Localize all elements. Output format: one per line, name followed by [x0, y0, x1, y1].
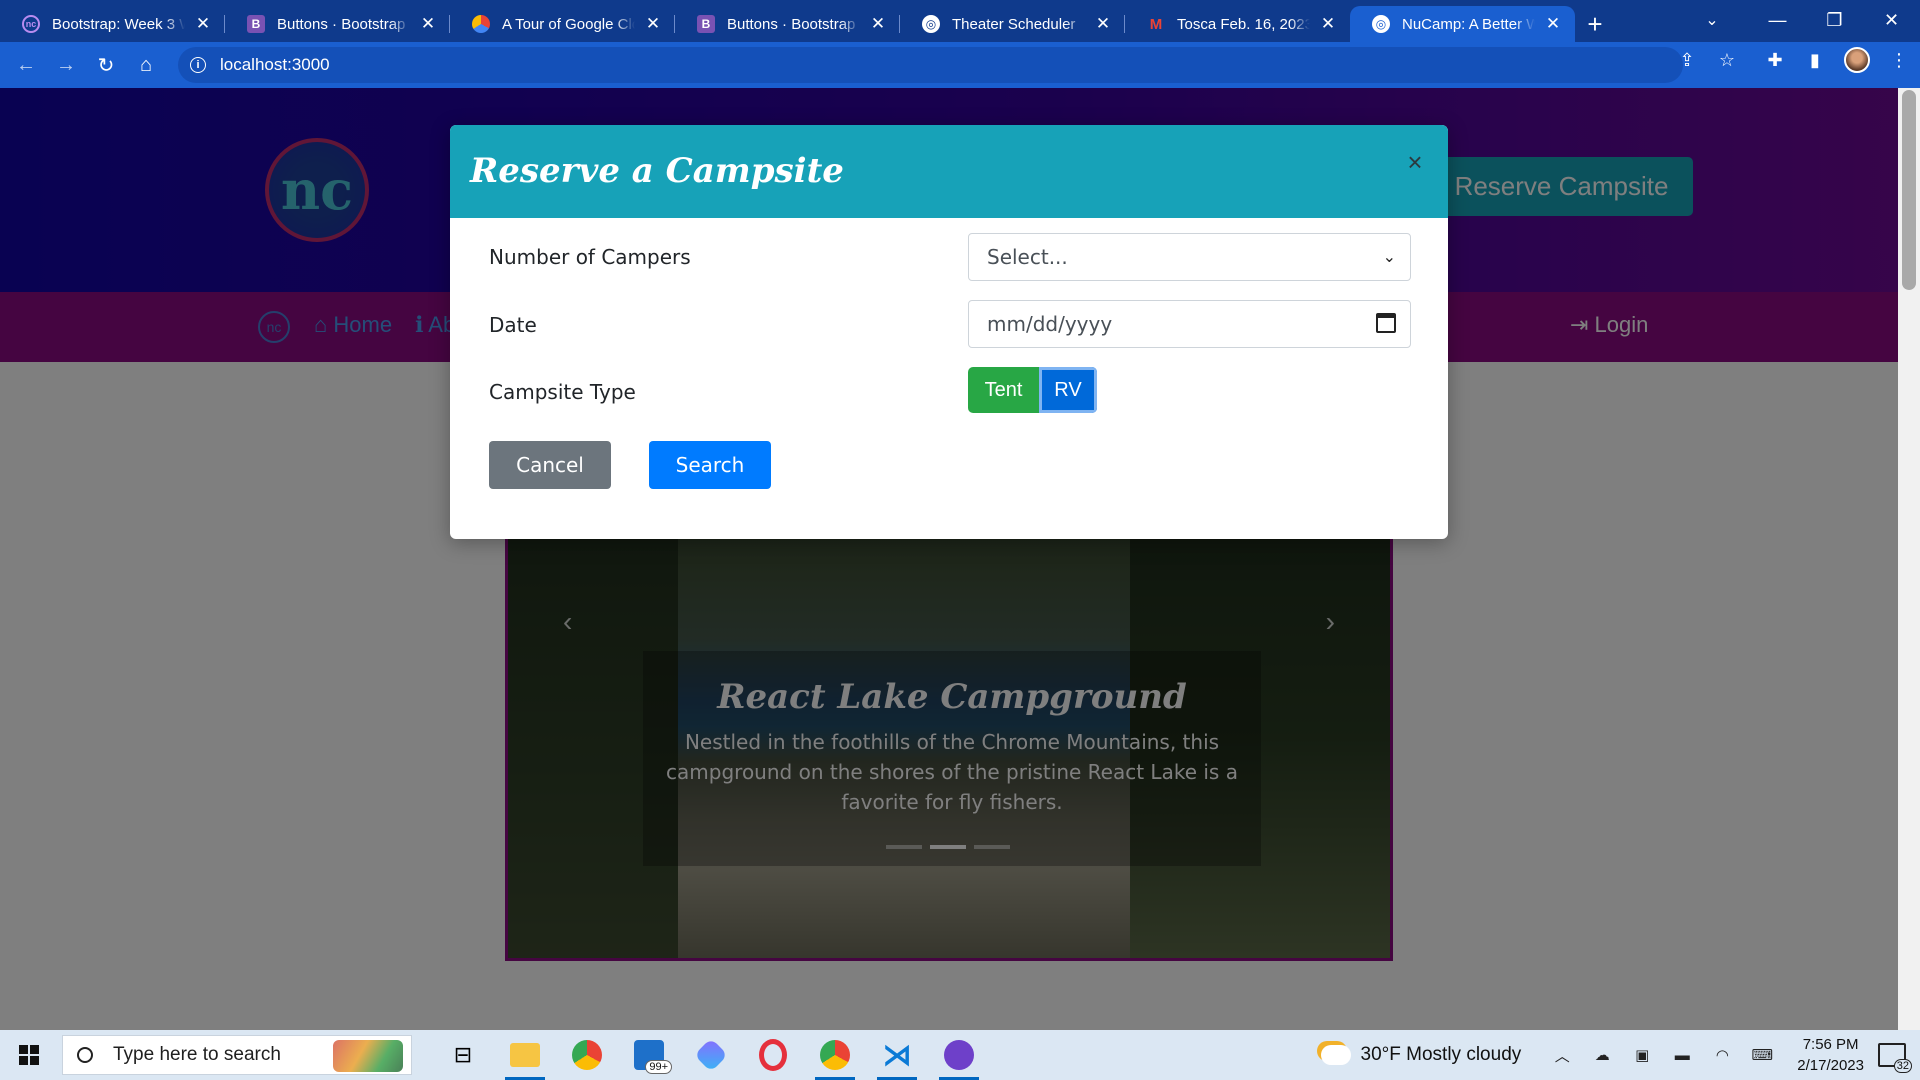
back-button[interactable]: ←	[6, 45, 46, 85]
browser-tab[interactable]: nc Bootstrap: Week 3 Wo ✕	[0, 6, 225, 42]
tab-title: Theater Scheduler	[952, 15, 1076, 33]
task-view-icon[interactable]: ⊟	[432, 1030, 494, 1080]
tab-search-chevron-icon[interactable]: ⌄	[1692, 4, 1732, 36]
bootstrap-icon: B	[697, 15, 715, 33]
windows-logo-icon	[19, 1045, 39, 1065]
browser-tab[interactable]: ◎ Theater Scheduler ✕	[900, 6, 1125, 42]
close-icon[interactable]: ✕	[418, 14, 438, 34]
tab-title: A Tour of Google Clou	[502, 15, 635, 33]
globe-icon: ◎	[1372, 15, 1390, 33]
calendar-icon[interactable]	[1376, 313, 1396, 333]
modal-header: Reserve a Campsite ×	[450, 125, 1448, 218]
campers-label: Number of Campers	[489, 245, 691, 269]
share-icon[interactable]: ⇪	[1676, 49, 1698, 71]
campsite-type-toggle: Tent RV	[968, 367, 1097, 413]
date-label: Date	[489, 313, 537, 337]
mail-icon[interactable]: 99+	[618, 1030, 680, 1080]
reserve-campsite-modal: Reserve a Campsite × Number of Campers S…	[450, 125, 1448, 539]
side-panel-icon[interactable]: ▮	[1804, 49, 1826, 71]
close-icon[interactable]: ✕	[643, 14, 663, 34]
start-button[interactable]	[0, 1030, 58, 1080]
file-explorer-icon[interactable]	[494, 1030, 556, 1080]
search-icon	[77, 1047, 93, 1063]
date-input[interactable]: mm/dd/yyyy	[968, 300, 1411, 348]
copilot-icon[interactable]	[680, 1030, 742, 1080]
home-button[interactable]: ⌂	[126, 45, 166, 85]
search-button[interactable]: Search	[649, 441, 771, 489]
campers-select[interactable]: Select... ⌄	[968, 233, 1411, 281]
rv-toggle-button[interactable]: RV	[1039, 367, 1097, 413]
bootstrap-icon: B	[247, 15, 265, 33]
url-bar[interactable]: i localhost:3000	[178, 47, 1683, 83]
cloudy-weather-icon	[1320, 1045, 1351, 1065]
browser-tab[interactable]: B Buttons · Bootstrap v4 ✕	[675, 6, 900, 42]
gmail-icon: M	[1149, 15, 1163, 33]
close-icon[interactable]: ✕	[868, 14, 888, 34]
profile-avatar[interactable]	[1844, 47, 1870, 73]
tab-title: Buttons · Bootstrap	[277, 15, 406, 33]
chrome-icon[interactable]	[556, 1030, 618, 1080]
clock[interactable]: 7:56 PM 2/17/2023	[1797, 1034, 1864, 1076]
notifications-icon[interactable]: 32	[1878, 1043, 1912, 1073]
campsite-type-label: Campsite Type	[489, 380, 636, 404]
browser-tab[interactable]: B Buttons · Bootstrap ✕	[225, 6, 450, 42]
tab-title: NuCamp: A Better Wa	[1402, 15, 1535, 33]
close-icon[interactable]: ✕	[1543, 14, 1563, 34]
reload-button[interactable]: ↻	[86, 45, 126, 85]
weather-widget[interactable]: 30°F Mostly cloudy	[1320, 1044, 1521, 1066]
chrome-profile-icon[interactable]	[804, 1030, 866, 1080]
tent-toggle-button[interactable]: Tent	[968, 367, 1039, 413]
tab-title: Buttons · Bootstrap v4	[727, 15, 860, 33]
forward-button[interactable]: →	[46, 45, 86, 85]
close-icon[interactable]: ×	[1400, 147, 1430, 177]
browser-tab[interactable]: M Tosca Feb. 16, 2023 D ✕	[1125, 6, 1350, 42]
vscode-icon[interactable]: ⋊	[866, 1030, 928, 1080]
onedrive-cloud-icon[interactable]: ☁	[1591, 1044, 1613, 1066]
github-desktop-icon[interactable]	[928, 1030, 990, 1080]
close-icon[interactable]: ✕	[193, 14, 213, 34]
globe-icon: ◎	[922, 15, 940, 33]
chevron-up-icon[interactable]: ︿	[1551, 1044, 1573, 1066]
close-window-button[interactable]: ✕	[1863, 0, 1920, 40]
opera-icon[interactable]	[742, 1030, 804, 1080]
new-tab-button[interactable]: +	[1575, 6, 1615, 42]
nucamp-icon: nc	[22, 15, 40, 33]
tab-bar: nc Bootstrap: Week 3 Wo ✕ B Buttons · Bo…	[0, 0, 1920, 42]
menu-kebab-icon[interactable]: ⋮	[1888, 49, 1910, 71]
tab-title: Tosca Feb. 16, 2023 D	[1177, 15, 1310, 33]
google-cloud-icon: ​	[472, 15, 490, 33]
keyboard-icon[interactable]: ⌨	[1751, 1044, 1773, 1066]
close-icon[interactable]: ✕	[1093, 14, 1113, 34]
page-scrollbar[interactable]	[1898, 88, 1920, 1030]
url-text: localhost:3000	[220, 55, 330, 74]
battery-icon[interactable]: ▬	[1671, 1044, 1693, 1066]
taskbar-search-box[interactable]: Type here to search	[62, 1035, 412, 1075]
extensions-puzzle-icon[interactable]: ✚	[1764, 49, 1786, 71]
modal-title: Reserve a Campsite	[470, 151, 844, 191]
cancel-button[interactable]: Cancel	[489, 441, 611, 489]
wifi-icon[interactable]: ◠	[1711, 1044, 1733, 1066]
site-info-icon[interactable]: i	[190, 57, 206, 73]
search-highlight-image	[333, 1040, 403, 1072]
tab-title: Bootstrap: Week 3 Wo	[52, 15, 185, 33]
system-tray: 30°F Mostly cloudy ︿ ☁ ▣ ▬ ◠ ⌨ 7:56 PM 2…	[1320, 1030, 1920, 1080]
windows-taskbar: Type here to search ⊟ 99+ ⋊ 30°F Mostly …	[0, 1030, 1920, 1080]
meet-now-icon[interactable]: ▣	[1631, 1044, 1653, 1066]
close-icon[interactable]: ✕	[1318, 14, 1338, 34]
bookmark-star-icon[interactable]: ☆	[1716, 49, 1738, 71]
minimize-button[interactable]: —	[1749, 0, 1806, 40]
browser-tab-active[interactable]: ◎ NuCamp: A Better Wa ✕	[1350, 6, 1575, 42]
browser-tab[interactable]: ​ A Tour of Google Clou ✕	[450, 6, 675, 42]
restore-button[interactable]: ❐	[1806, 0, 1863, 40]
address-toolbar: ← → ↻ ⌂ i localhost:3000 ⇪ ☆ ✚ ▮ ⋮	[0, 42, 1920, 88]
chevron-down-icon: ⌄	[1382, 247, 1396, 266]
